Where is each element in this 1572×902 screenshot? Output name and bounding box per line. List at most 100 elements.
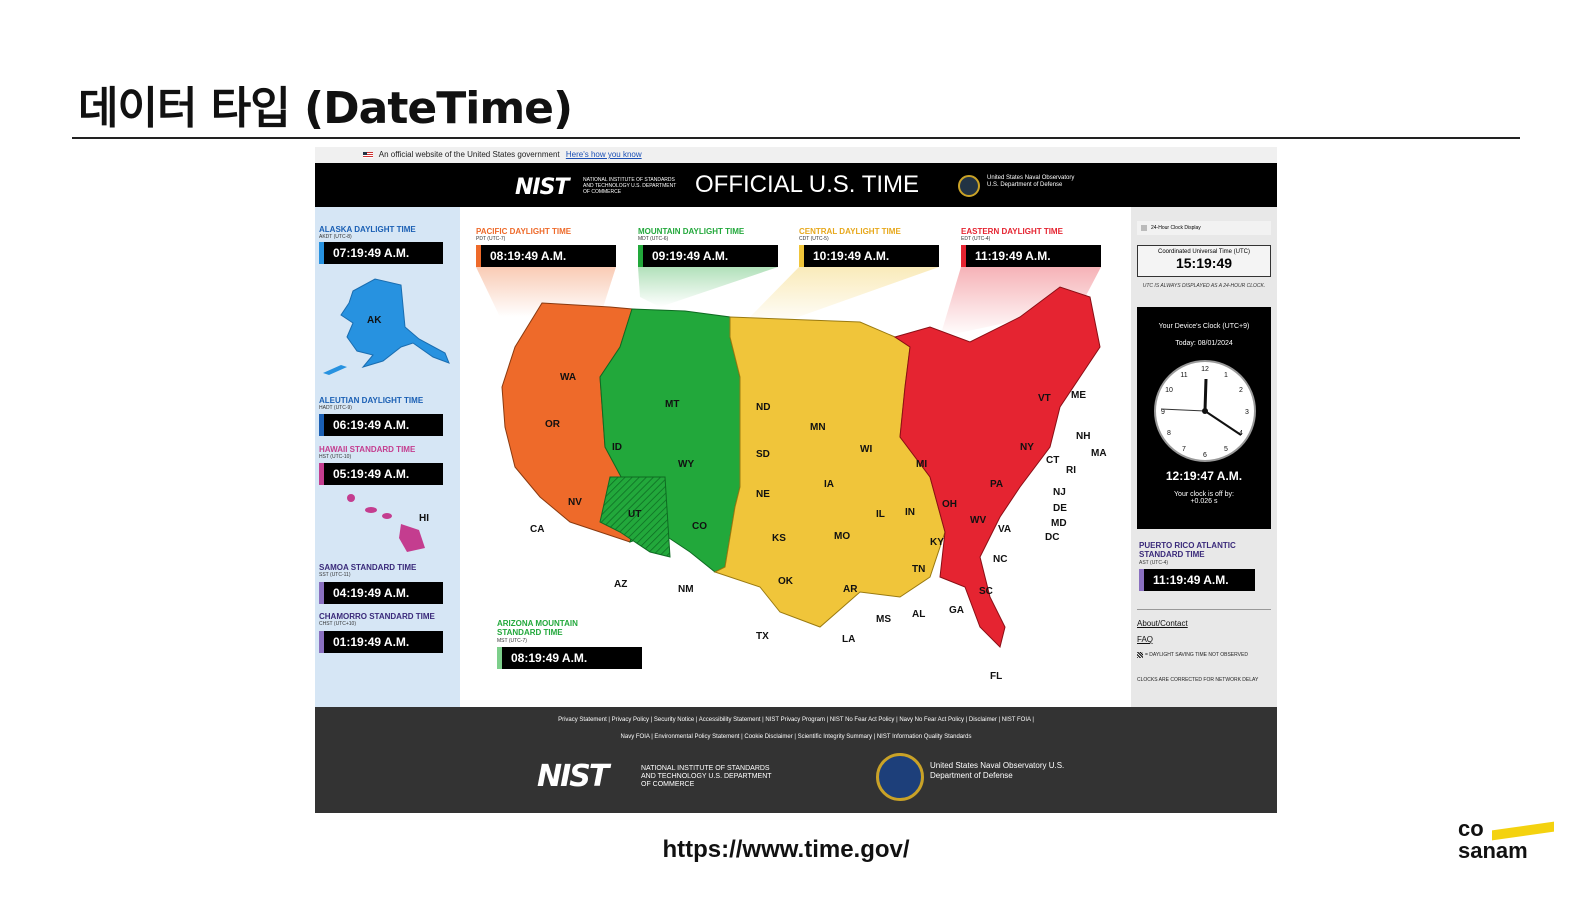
state-label: NM: [678, 584, 694, 595]
dst-note: = DAYLIGHT SAVING TIME NOT OBSERVED: [1137, 651, 1265, 660]
state-label: KY: [930, 537, 944, 548]
nist-subtitle: NATIONAL INSTITUTE OF STANDARDS AND TECH…: [583, 177, 677, 195]
zone-label-central: CENTRAL DAYLIGHT TIME: [799, 227, 901, 236]
state-label: OR: [545, 419, 561, 430]
footer-navy-name: United States Naval Observatory U.S. Dep…: [930, 761, 1065, 780]
slide: 데이터 타입 (DateTime) An official website of…: [0, 0, 1572, 902]
checkbox-icon[interactable]: [1141, 225, 1147, 231]
footer-links-row-1[interactable]: Privacy Statement | Privacy Policy | Sec…: [315, 712, 1277, 729]
zone-label-puerto-rico: PUERTO RICO ATLANTIC STANDARD TIME: [1139, 541, 1236, 559]
device-clock: Your Device's Clock (UTC+9) Today: 08/01…: [1137, 307, 1271, 529]
navy-name: United States Naval Observatory U.S. Dep…: [987, 175, 1075, 188]
alaska-map[interactable]: AK: [323, 271, 453, 375]
site-footer: Privacy Statement | Privacy Policy | Sec…: [315, 707, 1277, 813]
about-contact-link[interactable]: About/Contact: [1137, 619, 1188, 628]
zone-abbr-aleutian: HADT (UTC-9): [319, 405, 352, 411]
state-label: CO: [692, 521, 707, 532]
state-label: TN: [912, 564, 925, 575]
device-offset-value: +0.026 s: [1190, 498, 1218, 505]
toggle-label: 24-Hour Clock Display: [1151, 225, 1201, 231]
gov-banner-link[interactable]: Here's how you know: [566, 150, 642, 159]
state-label: NV: [568, 497, 582, 508]
state-label: IN: [905, 507, 915, 518]
svg-text:3: 3: [1245, 409, 1249, 416]
us-map: WA OR CA NV ID MT WY UT CO AZ NM ND SD N…: [476, 267, 1107, 682]
clock-hawaii: 05:19:49 A.M.: [319, 463, 443, 485]
title-divider: [72, 137, 1520, 139]
us-flag-icon: [363, 151, 373, 158]
svg-text:12: 12: [1201, 366, 1209, 373]
state-label: MN: [810, 422, 826, 433]
clock-mountain: 09:19:49 A.M.: [638, 245, 778, 267]
state-label: SC: [979, 586, 993, 597]
zone-abbr-arizona: MST (UTC-7): [497, 638, 527, 644]
state-label: LA: [842, 634, 855, 645]
clock-format-toggle[interactable]: 24-Hour Clock Display: [1137, 221, 1271, 235]
clock-puerto-rico: 11:19:49 A.M.: [1139, 569, 1255, 591]
zone-abbr-eastern: EDT (UTC-4): [961, 236, 991, 242]
state-label: MA: [1091, 448, 1107, 459]
device-time: 12:19:47 A.M.: [1165, 469, 1243, 483]
gov-banner-text: An official website of the United States…: [378, 150, 560, 159]
zone-abbr-hawaii: HST (UTC-10): [319, 454, 352, 460]
state-label: DC: [1045, 532, 1059, 543]
hatch-legend-icon: [1137, 652, 1143, 658]
slide-title: 데이터 타입 (DateTime): [78, 83, 573, 134]
device-offset: Your clock is off by: +0.026 s: [1137, 491, 1271, 505]
state-label: CA: [530, 524, 544, 535]
state-label: WA: [560, 372, 576, 383]
zone-label-alaska: ALASKA DAYLIGHT TIME: [319, 225, 416, 234]
zone-label-mountain: MOUNTAIN DAYLIGHT TIME: [638, 227, 745, 236]
hawaii-map[interactable]: HI: [345, 490, 445, 554]
right-panel: 24-Hour Clock Display Coordinated Univer…: [1131, 207, 1277, 707]
clock-samoa: 04:19:49 A.M.: [319, 582, 443, 604]
site-title: OFFICIAL U.S. TIME: [695, 171, 920, 198]
clock-alaska: 07:19:49 A.M.: [319, 242, 443, 264]
state-label: ID: [612, 442, 622, 453]
state-label: OK: [778, 576, 794, 587]
footer-links-row-2[interactable]: Navy FOIA | Environmental Policy Stateme…: [315, 729, 1277, 746]
state-label: WY: [678, 459, 694, 470]
nist-logo[interactable]: NIST: [515, 175, 569, 200]
zone-abbr-chamorro: CHST (UTC+10): [319, 621, 356, 627]
utc-note: UTC IS ALWAYS DISPLAYED AS A 24-HOUR CLO…: [1142, 283, 1266, 289]
clock-pacific: 08:19:49 A.M.: [476, 245, 616, 267]
footer-navy-seal-icon[interactable]: [876, 753, 924, 801]
state-label: GA: [949, 605, 964, 616]
state-label: RI: [1066, 465, 1076, 476]
state-label: AK: [367, 315, 382, 326]
footer-nist-logo[interactable]: NIST: [537, 759, 609, 794]
state-label: MS: [876, 614, 891, 625]
zone-abbr-samoa: SST (UTC-11): [319, 572, 351, 578]
state-label: VA: [998, 524, 1011, 535]
state-label: PA: [990, 479, 1003, 490]
state-label: VT: [1038, 393, 1051, 404]
state-label: ME: [1071, 390, 1086, 401]
zone-abbr-alaska: AKDT (UTC-8): [319, 234, 352, 240]
svg-text:5: 5: [1224, 446, 1228, 453]
state-label: MO: [834, 531, 850, 542]
state-label: NY: [1020, 442, 1034, 453]
state-label: HI: [419, 513, 429, 524]
navy-seal-icon[interactable]: [958, 175, 980, 197]
svg-text:7: 7: [1182, 446, 1186, 453]
dst-note-text: = DAYLIGHT SAVING TIME NOT OBSERVED: [1145, 652, 1248, 658]
zone-label-aleutian: ALEUTIAN DAYLIGHT TIME: [319, 396, 424, 405]
state-label: AZ: [614, 579, 627, 590]
zone-abbr-puerto-rico: AST (UTC-4): [1139, 560, 1169, 566]
state-label: NJ: [1053, 487, 1066, 498]
clock-chamorro: 01:19:49 A.M.: [319, 631, 443, 653]
svg-text:6: 6: [1203, 452, 1207, 459]
time-gov-screenshot: An official website of the United States…: [315, 147, 1277, 813]
state-label: NC: [993, 554, 1007, 565]
svg-text:8: 8: [1167, 430, 1171, 437]
state-label: KS: [772, 533, 786, 544]
state-label: NE: [756, 489, 770, 500]
zone-label-samoa: SAMOA STANDARD TIME: [319, 563, 417, 572]
faq-link[interactable]: FAQ: [1137, 635, 1153, 644]
gov-banner: An official website of the United States…: [315, 147, 1277, 163]
svg-text:9: 9: [1161, 409, 1165, 416]
zone-label-chamorro: CHAMORRO STANDARD TIME: [319, 612, 435, 621]
state-label: SD: [756, 449, 770, 460]
us-map-panel: PACIFIC DAYLIGHT TIME PDT (UTC-7) 08:19:…: [460, 207, 1131, 707]
